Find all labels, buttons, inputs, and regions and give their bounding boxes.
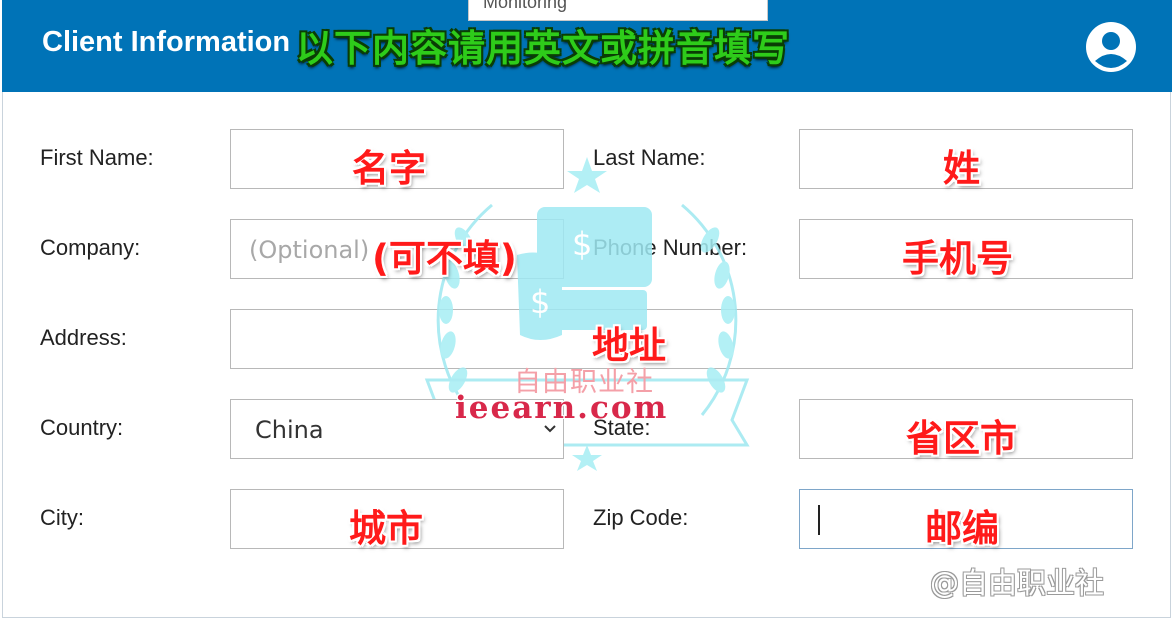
instruction-overlay: 以下内容请用英文或拼音填写 (296, 27, 790, 70)
country-select[interactable]: China (230, 399, 564, 459)
text-cursor (818, 505, 820, 535)
city-label: City: (40, 505, 84, 530)
phone-label: Phone Number: (593, 235, 748, 260)
state-label: State: (593, 415, 651, 440)
state-annotation: 省区市 (906, 417, 1017, 460)
phone-annotation: 手机号 (902, 237, 1013, 280)
first-name-annotation: 名字 (352, 147, 426, 190)
country-selected-value: China (255, 416, 324, 444)
zip-label: Zip Code: (593, 505, 689, 530)
page-title: Client Information (42, 26, 291, 58)
user-account-icon[interactable] (1085, 21, 1137, 73)
first-name-label: First Name: (40, 145, 154, 170)
company-annotation: (可不填) (372, 237, 517, 280)
last-name-annotation: 姓 (943, 147, 980, 190)
company-placeholder: (Optional) (249, 236, 370, 264)
popup-tab-label: Monitoring (483, 0, 568, 12)
last-name-label: Last Name: (593, 145, 706, 170)
city-annotation: 城市 (349, 507, 423, 550)
chevron-down-icon (544, 425, 556, 433)
dropdown-popup-tab[interactable]: Monitoring (468, 0, 768, 21)
address-annotation: 地址 (592, 324, 666, 367)
corner-watermark: @自由职业社 (930, 566, 1105, 600)
address-input[interactable] (230, 309, 1133, 369)
country-label: Country: (40, 415, 124, 440)
zip-annotation: 邮编 (925, 507, 999, 550)
address-label: Address: (40, 325, 127, 350)
company-label: Company: (40, 235, 141, 260)
